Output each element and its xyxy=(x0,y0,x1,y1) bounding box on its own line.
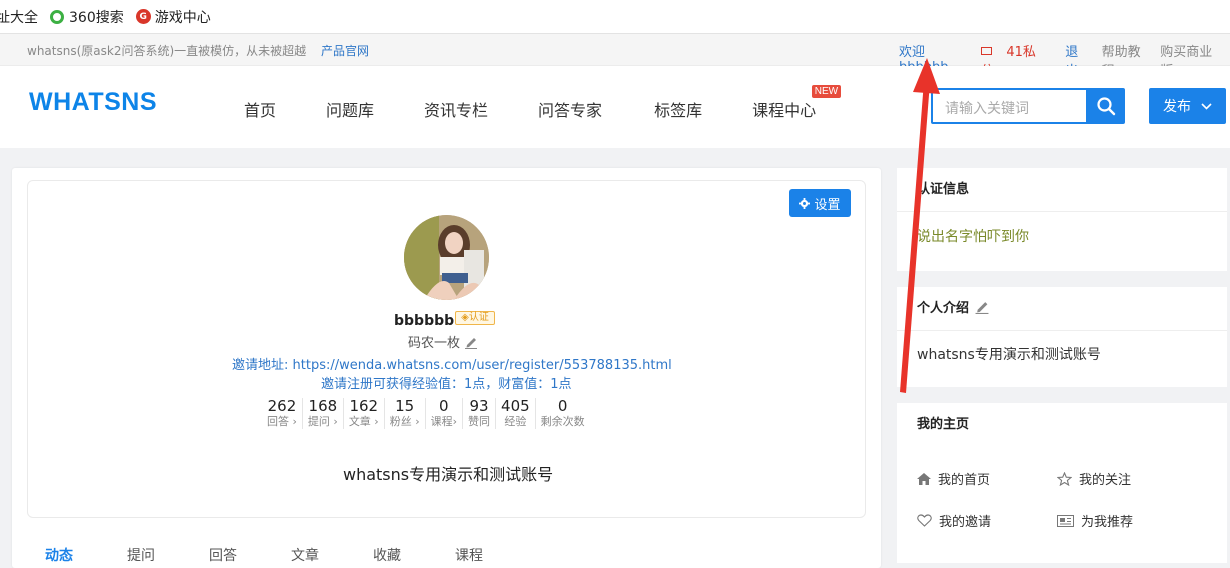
link-recommend[interactable]: 为我推荐 xyxy=(1057,511,1133,530)
stat-label: 文章 › xyxy=(348,415,379,428)
chevron-down-icon xyxy=(1201,102,1212,110)
stat-value: 0 xyxy=(439,397,449,415)
certification-panel: 认证信息 说出名字怕吓到你 xyxy=(897,168,1227,271)
stat-experience: 405 经验 xyxy=(496,398,536,429)
tab-questions[interactable]: 提问 xyxy=(127,545,155,565)
newspaper-icon xyxy=(1057,514,1074,527)
stat-label: 粉丝 › xyxy=(389,415,420,428)
user-title: 码农一枚 xyxy=(408,332,478,351)
game-center-icon: G xyxy=(135,9,151,24)
intro-panel: 个人介绍 whatsns专用演示和测试账号 xyxy=(897,287,1227,387)
stat-label: 提问 › xyxy=(307,415,338,428)
main-nav: 首页 问题库 资讯专栏 问答专家 标签库 课程中心 NEW xyxy=(244,85,866,121)
stat-value: 262 xyxy=(267,397,297,415)
tab-favorites[interactable]: 收藏 xyxy=(373,545,401,565)
site-header: WHATSNS 首页 问题库 资讯专栏 问答专家 标签库 课程中心 NEW 请输入… xyxy=(0,66,1230,148)
stat-value: 15 xyxy=(395,397,415,415)
publish-label: 发布 xyxy=(1163,99,1191,115)
user-title-text: 码农一枚 xyxy=(408,336,461,351)
invite-url-link[interactable]: 邀请地址: https://wenda.whatsns.com/user/reg… xyxy=(232,354,672,373)
home-icon xyxy=(917,472,931,485)
bookmark-360-search[interactable]: 360搜索 xyxy=(50,7,124,27)
stat-value: 162 xyxy=(349,397,379,415)
nav-questions[interactable]: 问题库 xyxy=(326,97,374,121)
invite-reward-text: 邀请注册可获得经验值：1点，财富值：1点 xyxy=(321,377,572,392)
avatar[interactable] xyxy=(404,215,489,300)
diamond-icon: ◈ xyxy=(461,312,469,323)
stat-label: 回答 › xyxy=(267,415,297,428)
stat-label: 课程› xyxy=(430,415,458,428)
certification-text: 说出名字怕吓到你 xyxy=(917,229,1029,245)
nav-home[interactable]: 首页 xyxy=(244,97,276,121)
link-my-home[interactable]: 我的首页 xyxy=(917,469,990,488)
bookmark-label: 360搜索 xyxy=(69,9,124,26)
heart-icon xyxy=(917,514,932,527)
stat-label: 剩余次数 xyxy=(540,415,585,428)
official-site-link[interactable]: 产品官网 xyxy=(321,42,369,59)
verified-label: 认证 xyxy=(468,312,489,323)
mail-icon xyxy=(981,47,993,55)
stat-articles[interactable]: 162 文章 › xyxy=(344,398,385,429)
stat-label: 赞同 xyxy=(468,415,491,428)
username: bbbbbb xyxy=(394,313,455,329)
link-label: 我的邀请 xyxy=(939,515,992,530)
stat-value: 0 xyxy=(557,397,568,415)
my-home-panel: 我的主页 我的首页 我的关注 我的邀请 为我推荐 xyxy=(897,403,1227,563)
link-my-follows[interactable]: 我的关注 xyxy=(1057,469,1131,488)
publish-button[interactable]: 发布 xyxy=(1149,88,1226,124)
verified-badge: ◈认证 xyxy=(455,311,495,325)
link-label: 我的首页 xyxy=(938,473,991,488)
user-stats: 262 回答 › 168 提问 › 162 文章 › 15 粉丝 › 0 课程› 93 赞同… xyxy=(262,398,590,429)
search-input[interactable]: 请输入关键词 xyxy=(931,88,1088,124)
edit-icon[interactable] xyxy=(464,336,478,349)
panel-title: 个人介绍 xyxy=(897,287,1227,331)
gear-icon xyxy=(799,197,811,209)
top-notice-bar: whatsns(原ask2问答系统)一直被模仿，从未被超越 产品官网 欢迎 bb… xyxy=(0,34,1230,79)
avatar-photo xyxy=(404,215,489,300)
panel-title: 认证信息 xyxy=(897,168,1227,212)
stat-remaining: 0 剩余次数 xyxy=(536,398,590,429)
search-icon xyxy=(1096,97,1115,116)
stat-value: 93 xyxy=(469,397,489,415)
360-logo-icon xyxy=(50,9,64,24)
link-label: 为我推荐 xyxy=(1081,515,1134,530)
tab-articles[interactable]: 文章 xyxy=(291,545,319,565)
announcement-text: whatsns(原ask2问答系统)一直被模仿，从未被超越 xyxy=(27,44,307,58)
link-my-invites[interactable]: 我的邀请 xyxy=(917,511,991,530)
stat-questions[interactable]: 168 提问 › xyxy=(303,398,344,429)
nav-courses[interactable]: 课程中心 NEW xyxy=(752,85,842,121)
settings-label: 设置 xyxy=(814,197,841,213)
stat-fans[interactable]: 15 粉丝 › xyxy=(385,398,426,429)
bookmark-label: 游戏中心 xyxy=(154,9,211,26)
stat-value: 405 xyxy=(501,397,530,415)
stat-courses[interactable]: 0 课程› xyxy=(426,397,464,429)
bookmark-label: 址大全 xyxy=(0,9,38,26)
tab-answers[interactable]: 回答 xyxy=(209,545,237,565)
intro-text: whatsns专用演示和测试账号 xyxy=(917,347,1101,363)
nav-courses-label: 课程中心 xyxy=(752,101,817,120)
nav-experts[interactable]: 问答专家 xyxy=(538,97,602,121)
stat-answers[interactable]: 262 回答 › xyxy=(262,398,303,429)
nav-tags[interactable]: 标签库 xyxy=(654,97,702,121)
stat-label: 经验 xyxy=(504,415,527,428)
bookmarks-bar: 址大全 360搜索 G 游戏中心 xyxy=(0,0,1230,34)
search-button[interactable] xyxy=(1086,88,1125,124)
panel-title-text: 个人介绍 xyxy=(917,301,970,316)
star-icon xyxy=(1057,471,1072,486)
profile-tabs: 动态 提问 回答 文章 收藏 课程 xyxy=(45,545,537,565)
bookmark-game-center[interactable]: G 游戏中心 xyxy=(135,7,211,27)
tab-activity[interactable]: 动态 xyxy=(45,545,73,565)
tab-courses[interactable]: 课程 xyxy=(455,545,483,565)
bookmark-url-directory[interactable]: 址大全 xyxy=(0,7,38,27)
new-badge: NEW xyxy=(811,85,842,98)
stat-likes: 93 赞同 xyxy=(463,397,497,429)
user-bio: whatsns专用演示和测试账号 xyxy=(343,465,554,484)
site-logo[interactable]: WHATSNS xyxy=(29,88,157,117)
stat-value: 168 xyxy=(308,397,338,415)
nav-articles[interactable]: 资讯专栏 xyxy=(424,97,488,121)
settings-button[interactable]: 设置 xyxy=(789,189,851,217)
edit-icon[interactable] xyxy=(974,300,990,314)
link-label: 我的关注 xyxy=(1079,473,1132,488)
panel-title: 我的主页 xyxy=(917,417,970,432)
